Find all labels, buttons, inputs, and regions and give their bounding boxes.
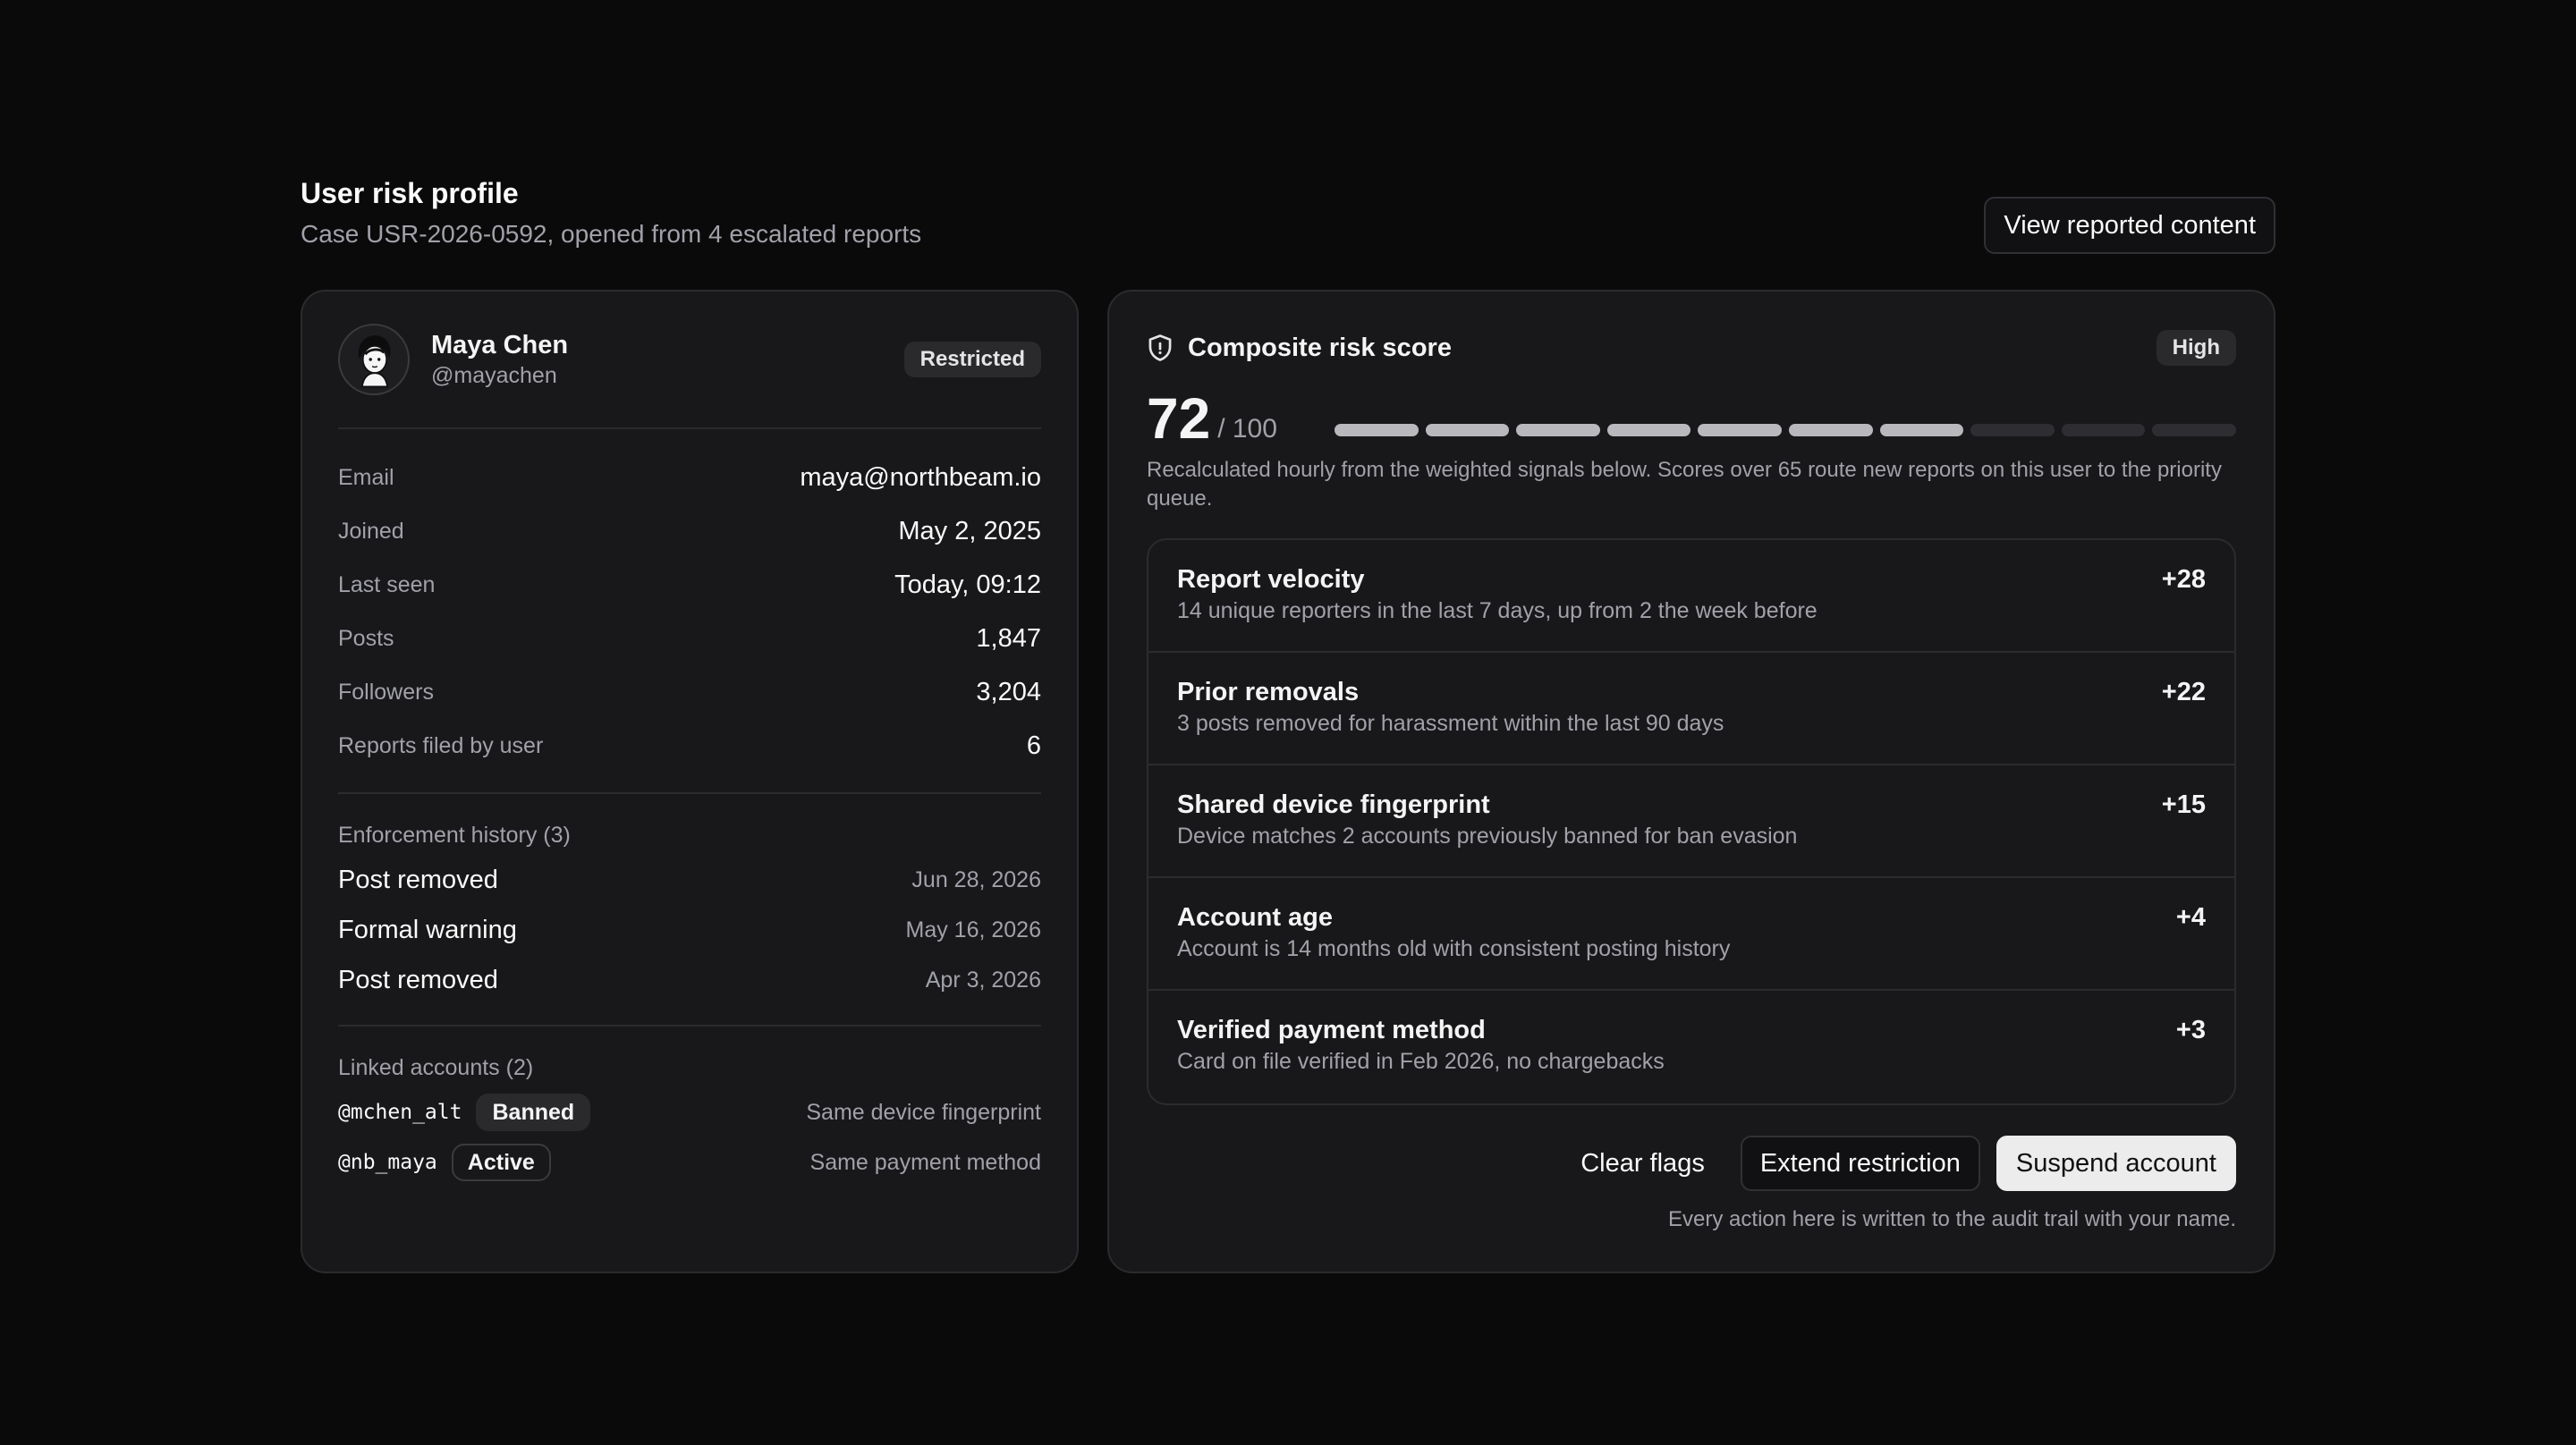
risk-signal-item[interactable]: Report velocity 14 unique reporters in t… <box>1148 540 2234 653</box>
detail-row-email: Email maya@northbeam.io <box>338 451 1041 504</box>
detail-value: maya@northbeam.io <box>800 462 1041 492</box>
enforcement-date: Jun 28, 2026 <box>911 866 1041 892</box>
detail-row-posts: Posts 1,847 <box>338 612 1041 665</box>
risk-signal-item[interactable]: Shared device fingerprint Device matches… <box>1148 765 2234 878</box>
enforcement-item[interactable]: Post removed Apr 3, 2026 <box>338 955 1041 1005</box>
user-details: Email maya@northbeam.io Joined May 2, 20… <box>338 429 1041 794</box>
enforcement-action: Post removed <box>338 865 498 894</box>
profile-header: Maya Chen @mayachen Restricted <box>338 292 1041 429</box>
profile-names: Maya Chen @mayachen <box>431 329 904 390</box>
detail-label: Posts <box>338 625 394 651</box>
signal-detail: Account is 14 months old with consistent… <box>1177 936 1731 961</box>
linked-account-item[interactable]: @mchen_alt Banned Same device fingerprin… <box>338 1087 1041 1137</box>
signal-delta: +28 <box>2161 565 2206 594</box>
risk-score-meter <box>1334 424 2237 436</box>
detail-label: Followers <box>338 679 434 705</box>
signal-detail: 14 unique reporters in the last 7 days, … <box>1177 598 1818 623</box>
enforcement-item[interactable]: Formal warning May 16, 2026 <box>338 905 1041 955</box>
linked-account-status-badge: Banned <box>476 1094 591 1131</box>
user-name: Maya Chen <box>431 331 569 359</box>
signal-name: Verified payment method <box>1177 1016 1486 1044</box>
page-subtitle: Case USR-2026-0592, opened from 4 escala… <box>301 220 922 248</box>
risk-score-header: Composite risk score High <box>1147 318 2236 377</box>
detail-value: May 2, 2025 <box>898 516 1041 545</box>
status-badge: Restricted <box>903 342 1041 377</box>
detail-value: Today, 09:12 <box>894 570 1041 599</box>
signal-delta: +3 <box>2175 1016 2206 1044</box>
signal-name: Prior removals <box>1177 678 1360 706</box>
detail-row-reports-filed: Reports filed by user 6 <box>338 719 1041 773</box>
risk-meter-segment <box>2152 424 2237 436</box>
detail-label: Email <box>338 464 394 490</box>
clear-flags-button[interactable]: Clear flags <box>1561 1136 1724 1191</box>
avatar[interactable] <box>338 324 410 395</box>
enforcement-action: Formal warning <box>338 915 517 944</box>
risk-score-card: Composite risk score High 72 / 100 Recal… <box>1107 290 2275 1273</box>
risk-meter-segment <box>1698 424 1782 436</box>
detail-row-last-seen: Last seen Today, 09:12 <box>338 558 1041 612</box>
signal-name: Shared device fingerprint <box>1177 790 1490 819</box>
user-handle: @mayachen <box>431 363 557 388</box>
risk-level-badge: High <box>2156 330 2236 366</box>
signal-name: Report velocity <box>1177 565 1365 594</box>
score-row: 72 / 100 <box>1147 383 2237 451</box>
risk-signals-list: Report velocity 14 unique reporters in t… <box>1147 538 2236 1105</box>
risk-signal-item[interactable]: Verified payment method Card on file ver… <box>1148 991 2234 1103</box>
detail-row-joined: Joined May 2, 2025 <box>338 504 1041 558</box>
audit-note: Every action here is written to the audi… <box>1668 1207 2236 1231</box>
shield-icon <box>1148 334 1172 361</box>
risk-score-value: 72 <box>1147 386 1211 451</box>
suspend-account-button[interactable]: Suspend account <box>1996 1136 2236 1191</box>
enforcement-date: May 16, 2026 <box>905 917 1042 942</box>
signal-detail: 3 posts removed for harassment within th… <box>1177 711 1724 736</box>
view-reported-content-button[interactable]: View reported content <box>1984 197 2275 254</box>
linked-account-reason: Same payment method <box>809 1149 1041 1175</box>
detail-label: Reports filed by user <box>338 732 544 758</box>
enforcement-history-title: Enforcement history (3) <box>338 823 571 848</box>
risk-meter-segment <box>1879 424 1964 436</box>
detail-value: 3,204 <box>976 677 1041 706</box>
signal-detail: Card on file verified in Feb 2026, no ch… <box>1177 1049 1665 1074</box>
risk-meter-segment <box>1788 424 1873 436</box>
detail-value: 6 <box>1026 731 1041 760</box>
risk-score-description: Recalculated hourly from the weighted si… <box>1147 458 2222 511</box>
detail-label: Joined <box>338 518 404 544</box>
risk-meter-segment <box>1425 424 1510 436</box>
detail-label: Last seen <box>338 571 436 597</box>
signal-detail: Device matches 2 accounts previously ban… <box>1177 824 1798 849</box>
avatar-illustration-icon <box>358 335 391 388</box>
detail-row-followers: Followers 3,204 <box>338 665 1041 719</box>
linked-accounts-title: Linked accounts (2) <box>338 1055 534 1080</box>
risk-meter-segment <box>2061 424 2146 436</box>
detail-value: 1,847 <box>976 623 1041 653</box>
signal-delta: +15 <box>2161 790 2206 819</box>
risk-meter-segment <box>1516 424 1600 436</box>
linked-account-item[interactable]: @nb_maya Active Same payment method <box>338 1137 1041 1187</box>
user-profile-card: Maya Chen @mayachen Restricted Email may… <box>301 290 1079 1273</box>
enforcement-date: Apr 3, 2026 <box>925 967 1041 993</box>
enforcement-item[interactable]: Post removed Jun 28, 2026 <box>338 855 1041 905</box>
risk-meter-segment <box>1606 424 1691 436</box>
extend-restriction-button[interactable]: Extend restriction <box>1740 1136 1980 1191</box>
action-bar: Clear flags Extend restriction Suspend a… <box>1147 1136 2236 1191</box>
enforcement-history: Enforcement history (3) Post removed Jun… <box>338 794 1041 1027</box>
linked-account-status-badge: Active <box>451 1144 551 1181</box>
linked-account-handle[interactable]: @nb_maya <box>338 1151 437 1174</box>
signal-name: Account age <box>1177 903 1334 932</box>
risk-signal-item[interactable]: Account age Account is 14 months old wit… <box>1148 878 2234 991</box>
page-title: User risk profile <box>301 177 519 209</box>
risk-signal-item[interactable]: Prior removals 3 posts removed for haras… <box>1148 653 2234 765</box>
risk-meter-segment <box>1970 424 2055 436</box>
signal-delta: +4 <box>2175 903 2206 932</box>
linked-accounts: Linked accounts (2) @mchen_alt Banned Sa… <box>338 1027 1041 1207</box>
page-header: User risk profile Case USR-2026-0592, op… <box>301 175 2275 265</box>
signal-delta: +22 <box>2161 678 2206 706</box>
enforcement-action: Post removed <box>338 965 498 994</box>
risk-score-title: Composite risk score <box>1188 333 1452 362</box>
linked-account-handle[interactable]: @mchen_alt <box>338 1101 462 1124</box>
risk-meter-segment <box>1334 424 1419 436</box>
linked-account-reason: Same device fingerprint <box>806 1099 1041 1125</box>
risk-score-max: / 100 <box>1217 414 1277 444</box>
